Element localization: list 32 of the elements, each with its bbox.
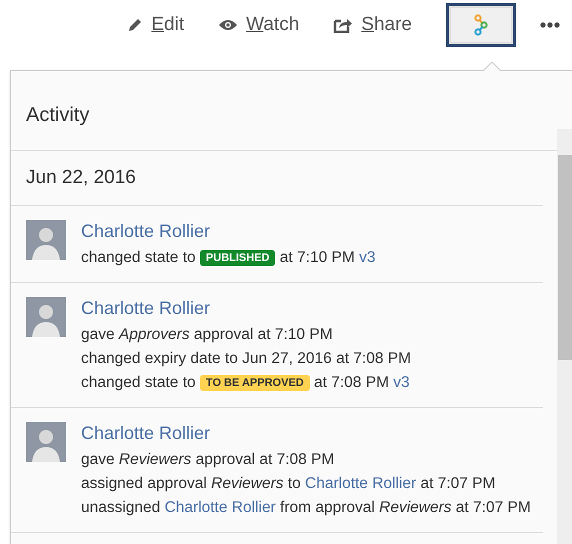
author-link[interactable]: Charlotte Rollier [81,297,210,319]
toolbar-button[interactable]: Watch [218,10,300,40]
activity-line: gave Approvers approval at 7:10 PM [81,325,334,345]
status-label: TO BE APPROVED [200,375,310,391]
panel-title: Activity [26,103,90,128]
more-icon [540,22,560,28]
link[interactable]: v3 [393,374,410,391]
toolbar-button[interactable]: Edit [127,10,184,40]
status-label: PUBLISHED [200,250,276,266]
eye-icon [218,18,238,32]
avatar [26,297,66,337]
avatar [26,220,66,260]
share-icon [333,17,354,33]
activity-line: changed state to PUBLISHED at 7:10 PM v3 [81,248,376,268]
activity-line: assigned approval Reviewers to Charlotte Rollier at 7:07 PM [81,474,496,494]
workflow-icon [473,14,489,36]
avatar [26,422,66,462]
workflow-button[interactable] [446,3,516,47]
more-button[interactable] [540,22,560,28]
link[interactable]: Charlotte Rollier [164,499,276,516]
link[interactable]: v3 [359,249,376,266]
link[interactable]: Charlotte Rollier [305,475,416,492]
toolbar-button[interactable]: Share [333,10,412,40]
scrollbar[interactable] [557,129,572,544]
pencil-icon [127,17,144,33]
activity-line: changed state to TO BE APPROVED at 7:08 PM v3 [81,373,411,393]
author-link[interactable]: Charlotte Rollier [81,422,210,444]
activity-line: gave Reviewers approval at 7:08 PM [81,450,336,470]
author-link[interactable]: Charlotte Rollier [81,220,210,242]
activity-line: changed expiry date to Jun 27, 2016 at 7:08 PM [81,349,412,369]
activity-line: unassigned Charlotte Rollier from approval Reviewers at 7:07 PM [81,498,532,518]
date-heading: Jun 22, 2016 [26,166,136,190]
